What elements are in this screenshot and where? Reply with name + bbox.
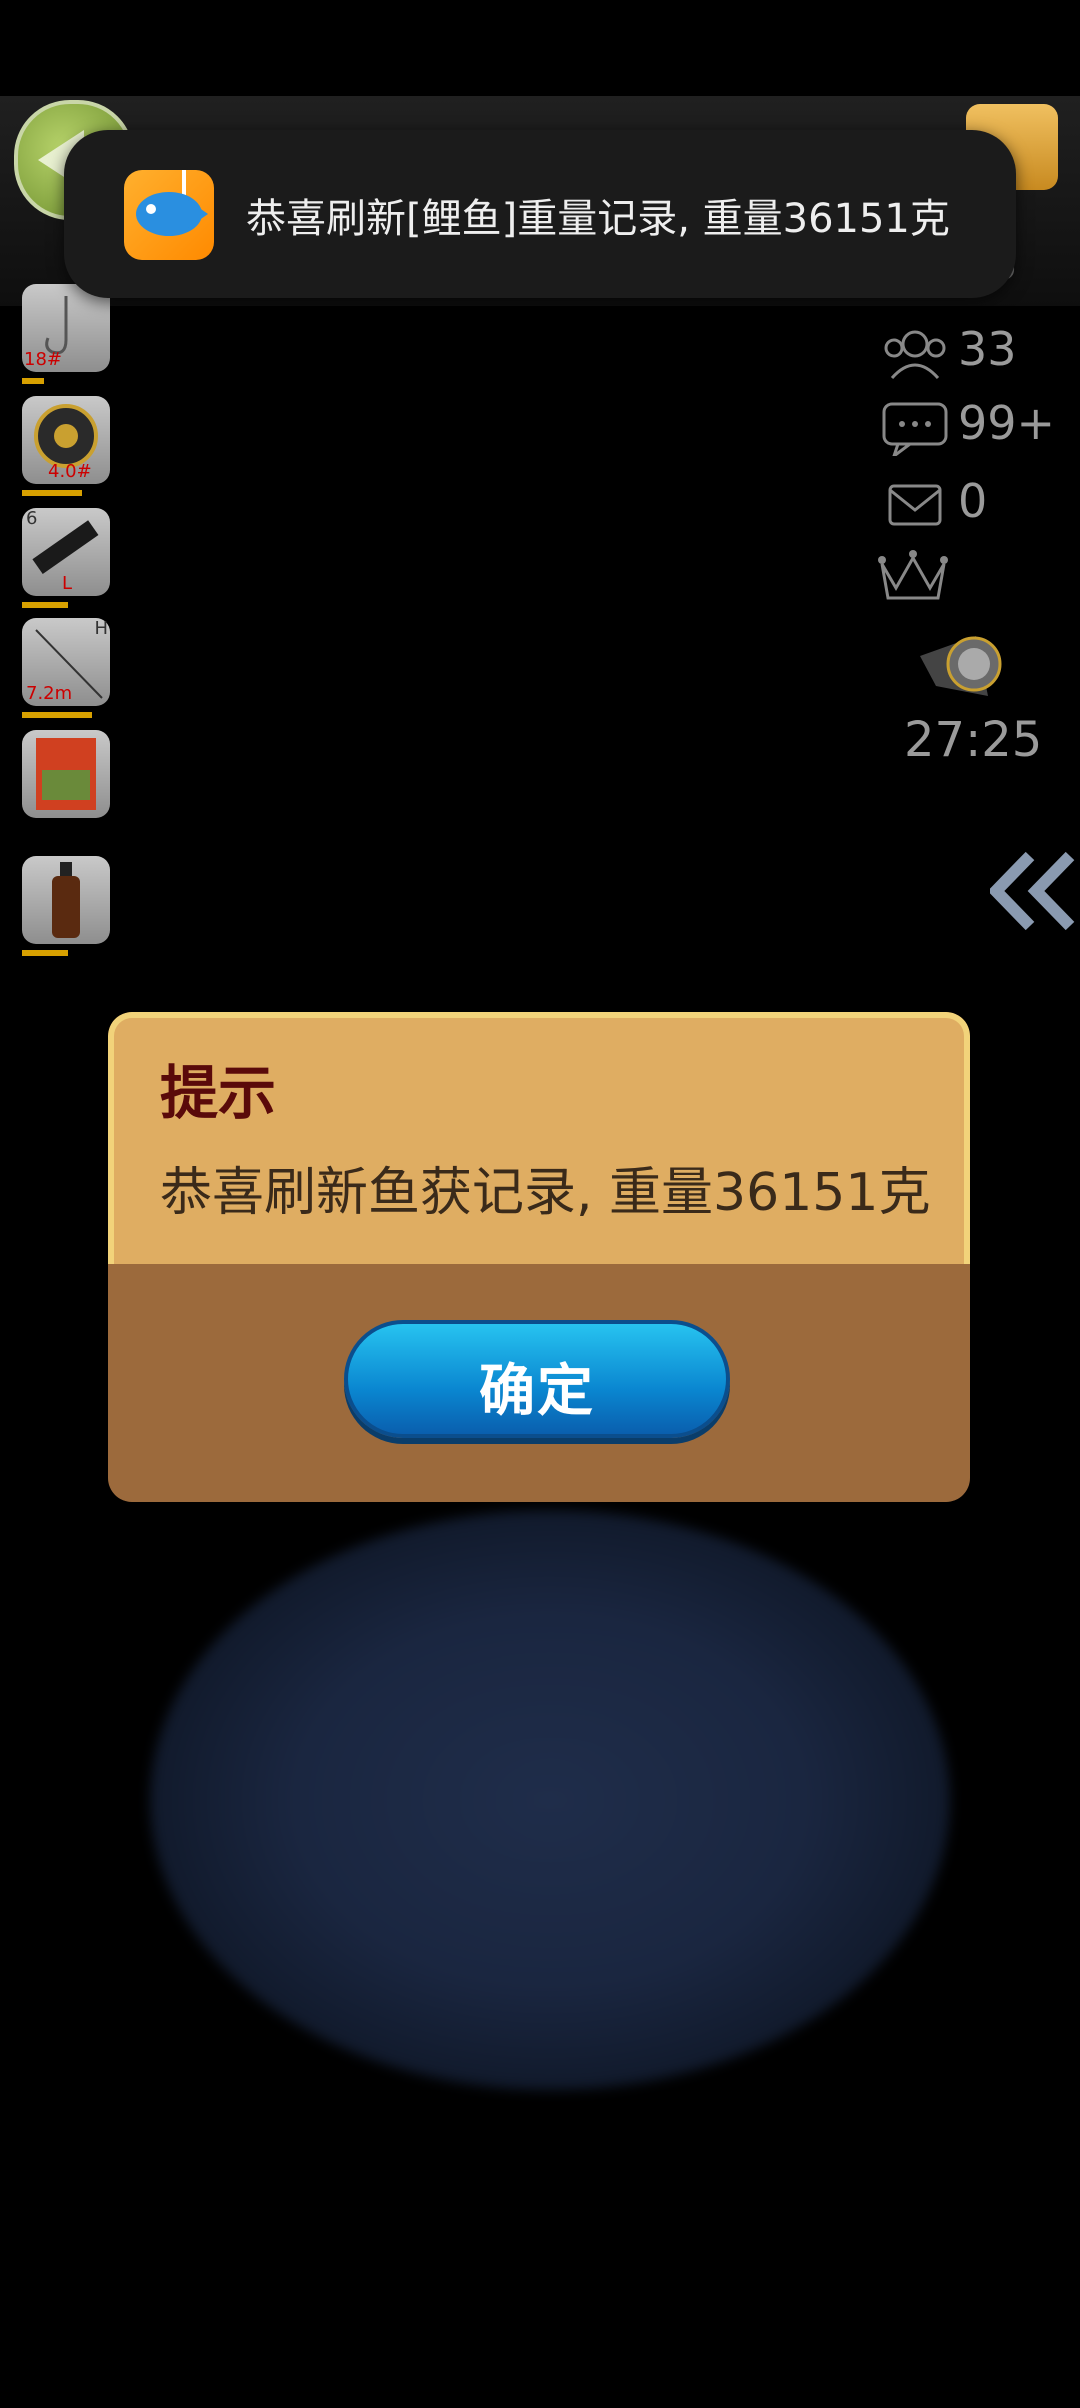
water-spotlight — [150, 1510, 950, 2090]
players-icon[interactable] — [880, 326, 950, 382]
hook-durability-bar — [22, 378, 44, 384]
line-size-label: 4.0# — [48, 461, 92, 482]
mail-count: 0 — [958, 474, 988, 528]
players-count: 33 — [958, 322, 1017, 376]
notification-text: 恭喜刷新[鲤鱼]重量记录, 重量36151克 — [246, 196, 950, 242]
rod-corner-label: H — [94, 618, 108, 639]
double-chevron-left-icon[interactable] — [990, 848, 1080, 934]
headlamp-icon[interactable] — [916, 626, 1024, 712]
confirm-button-label: 确定 — [479, 1359, 595, 1424]
equipment-reel-slot[interactable]: 6 L — [22, 508, 110, 608]
equipment-hook-slot[interactable]: 18# — [22, 284, 110, 384]
fishing-app-icon — [124, 170, 214, 260]
chat-icon[interactable] — [880, 400, 950, 456]
reel-size-label: L — [62, 573, 73, 594]
bottle-icon — [52, 862, 80, 938]
bottle-durability-bar — [22, 950, 68, 956]
equipment-bottle-slot[interactable] — [22, 856, 110, 956]
rod-length-label: 7.2m — [26, 683, 73, 704]
dialog-message: 恭喜刷新鱼获记录, 重量36151克 — [160, 1163, 931, 1223]
notification-banner[interactable]: 恭喜刷新[鲤鱼]重量记录, 重量36151克 — [64, 130, 1016, 298]
rod-durability-bar — [22, 712, 92, 718]
crown-icon[interactable] — [876, 548, 950, 604]
dialog-title: 提示 — [160, 1059, 277, 1127]
messages-count: 99+ — [958, 396, 1056, 450]
dialog-header-panel: 提示 恭喜刷新鱼获记录, 重量36151克 — [108, 1012, 970, 1264]
equipment-rod-slot[interactable]: H 7.2m — [22, 618, 110, 718]
line-durability-bar — [22, 490, 82, 496]
mail-icon[interactable] — [880, 478, 950, 534]
equipment-bait-slot[interactable] — [22, 730, 110, 818]
reel-corner-label: 6 — [26, 508, 38, 529]
reel-durability-bar — [22, 602, 68, 608]
tip-dialog: 提示 恭喜刷新鱼获记录, 重量36151克 确定 — [108, 1012, 970, 1502]
bait-package-icon — [36, 738, 96, 810]
hook-size-label: 18# — [24, 349, 62, 370]
equipment-line-slot[interactable]: 4.0# — [22, 396, 110, 496]
confirm-button[interactable]: 确定 — [344, 1320, 730, 1438]
light-timer: 27:25 — [904, 712, 1043, 768]
